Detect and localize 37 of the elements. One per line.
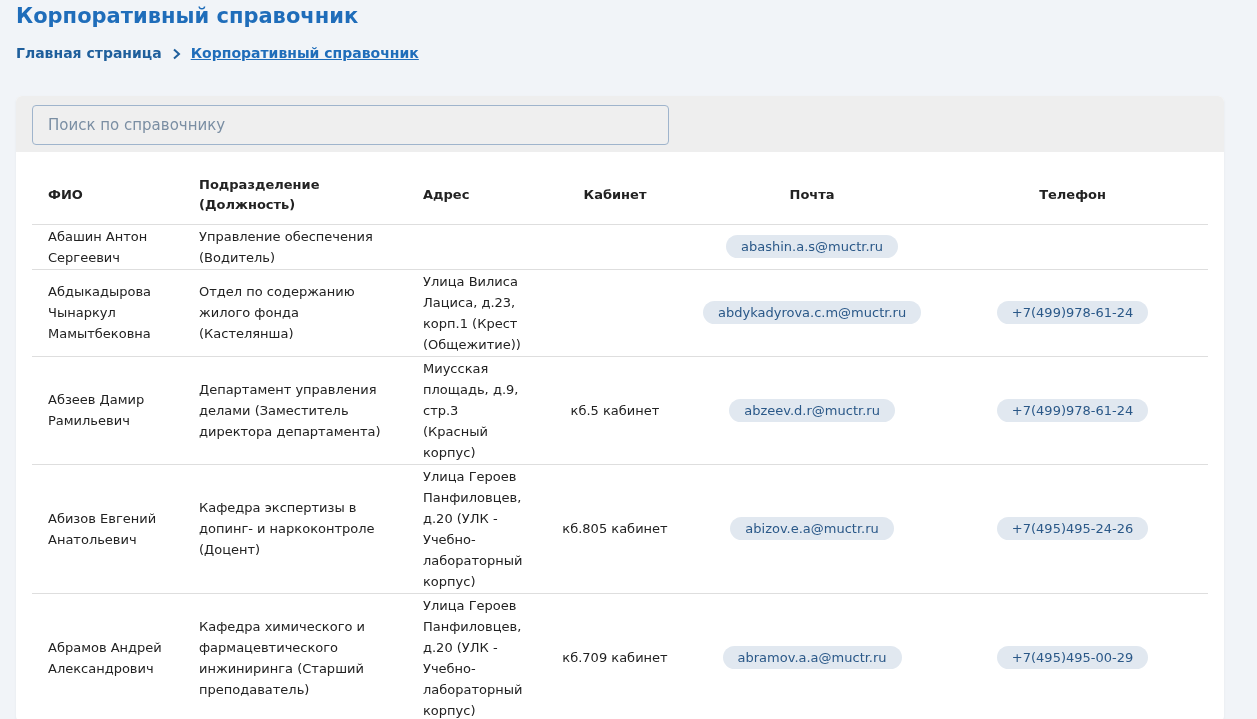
email-link[interactable]: abizov.e.a@muctr.ru (730, 517, 894, 541)
column-header: Подразделение (Должность) (199, 177, 320, 212)
office-room: кб.709 кабинет (562, 650, 668, 666)
column-header: Кабинет (583, 187, 647, 203)
page-title: Корпоративный справочник (16, 3, 360, 30)
address-text: Улица Героев Панфиловцев, д.20 (УЛК - Учебно-лабораторный корпус) (423, 468, 523, 589)
employee-name: Абрамов Андрей Александрович (48, 639, 162, 676)
phone-link[interactable]: +7(495)495-00-29 (996, 646, 1149, 670)
department-position: Кафедра экспертизы в допинг- и наркоконтроле (Доцент) (199, 500, 375, 558)
breadcrumb-link[interactable]: Главная страница (16, 43, 162, 65)
column-header: Телефон (1039, 187, 1106, 203)
department-position: Управление обеспечения (Водитель) (199, 228, 373, 265)
column-header: Почта (789, 187, 835, 203)
phone-link[interactable]: +7(495)495-24-26 (996, 517, 1149, 541)
search-field[interactable]: Поиск по справочнику (32, 105, 669, 146)
employee-name: Абзеев Дамир Рамильевич (48, 392, 145, 429)
office-room: кб.805 кабинет (562, 521, 668, 537)
breadcrumb-link[interactable]: Корпоративный справочник (190, 43, 419, 65)
email-link[interactable]: abzeev.d.r@muctr.ru (729, 398, 895, 422)
email-link[interactable]: abdykadyrova.c.m@muctr.ru (703, 301, 922, 325)
address-text: Улица Вилиса Лациса, д.23, корп.1 (Крест (Общежитие)) (423, 273, 521, 352)
address-text: Миусская площадь, д.9, стр.3 (Красный корпус) (423, 360, 519, 460)
chevron-right-icon (171, 47, 181, 60)
address-text: Улица Героев Панфиловцев, д.20 (УЛК - Учебно-лабораторный корпус) (423, 597, 523, 718)
department-position: Кафедра химического и фармацевтического инжиниринга (Старший преподаватель) (199, 618, 366, 697)
employee-name: Абашин Антон Сергеевич (48, 228, 148, 265)
email-link[interactable]: abramov.a.a@muctr.ru (722, 646, 902, 670)
email-link[interactable]: abashin.a.s@muctr.ru (726, 235, 899, 259)
department-position: Департамент управления делами (Заместитель директора департамента) (199, 381, 381, 439)
employee-name: Абизов Евгений Анатольевич (48, 510, 157, 547)
employee-name: Абдыкадырова Чынаркул Мамытбековна (48, 284, 152, 342)
phone-link[interactable]: +7(499)978-61-24 (996, 398, 1149, 422)
column-header: Адрес (423, 187, 470, 203)
phone-link[interactable]: +7(499)978-61-24 (996, 301, 1149, 325)
column-header: ФИО (48, 187, 83, 203)
department-position: Отдел по содержанию жилого фонда (Кастелянша) (199, 284, 355, 342)
office-room: кб.5 кабинет (570, 402, 660, 418)
